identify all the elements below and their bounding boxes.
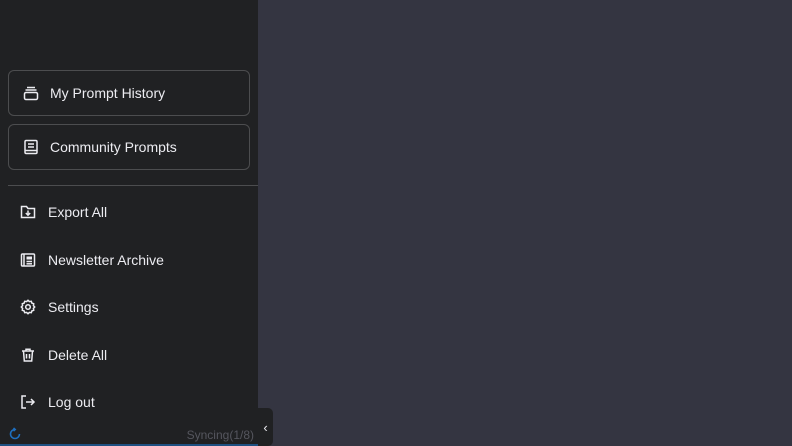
log-out-button[interactable]: Log out bbox=[8, 382, 250, 422]
sync-status-text: Syncing(1/8) bbox=[186, 428, 254, 442]
book-icon bbox=[22, 138, 40, 156]
newsletter-icon bbox=[19, 251, 37, 269]
export-icon bbox=[19, 203, 37, 221]
app-window: My Prompt History Community Prompts Expo… bbox=[0, 0, 792, 446]
logout-icon bbox=[19, 393, 37, 411]
gear-icon bbox=[19, 298, 37, 316]
stack-icon bbox=[22, 84, 40, 102]
export-all-label: Export All bbox=[48, 204, 108, 220]
my-prompt-history-label: My Prompt History bbox=[50, 85, 166, 101]
settings-button[interactable]: Settings bbox=[8, 287, 250, 327]
delete-all-label: Delete All bbox=[48, 347, 108, 363]
my-prompt-history-button[interactable]: My Prompt History bbox=[8, 70, 250, 116]
trash-icon bbox=[19, 346, 37, 364]
main-content-area bbox=[258, 0, 792, 446]
newsletter-archive-label: Newsletter Archive bbox=[48, 252, 164, 268]
collapse-sidebar-button[interactable]: ‹ bbox=[258, 408, 273, 446]
sync-spinner-icon bbox=[8, 427, 22, 441]
delete-all-button[interactable]: Delete All bbox=[8, 335, 250, 375]
settings-label: Settings bbox=[48, 299, 99, 315]
log-out-label: Log out bbox=[48, 394, 95, 410]
community-prompts-label: Community Prompts bbox=[50, 139, 177, 155]
export-all-button[interactable]: Export All bbox=[8, 192, 250, 232]
sidebar: My Prompt History Community Prompts Expo… bbox=[0, 0, 258, 446]
newsletter-archive-button[interactable]: Newsletter Archive bbox=[8, 240, 250, 280]
community-prompts-button[interactable]: Community Prompts bbox=[8, 124, 250, 170]
sidebar-divider bbox=[8, 185, 258, 186]
